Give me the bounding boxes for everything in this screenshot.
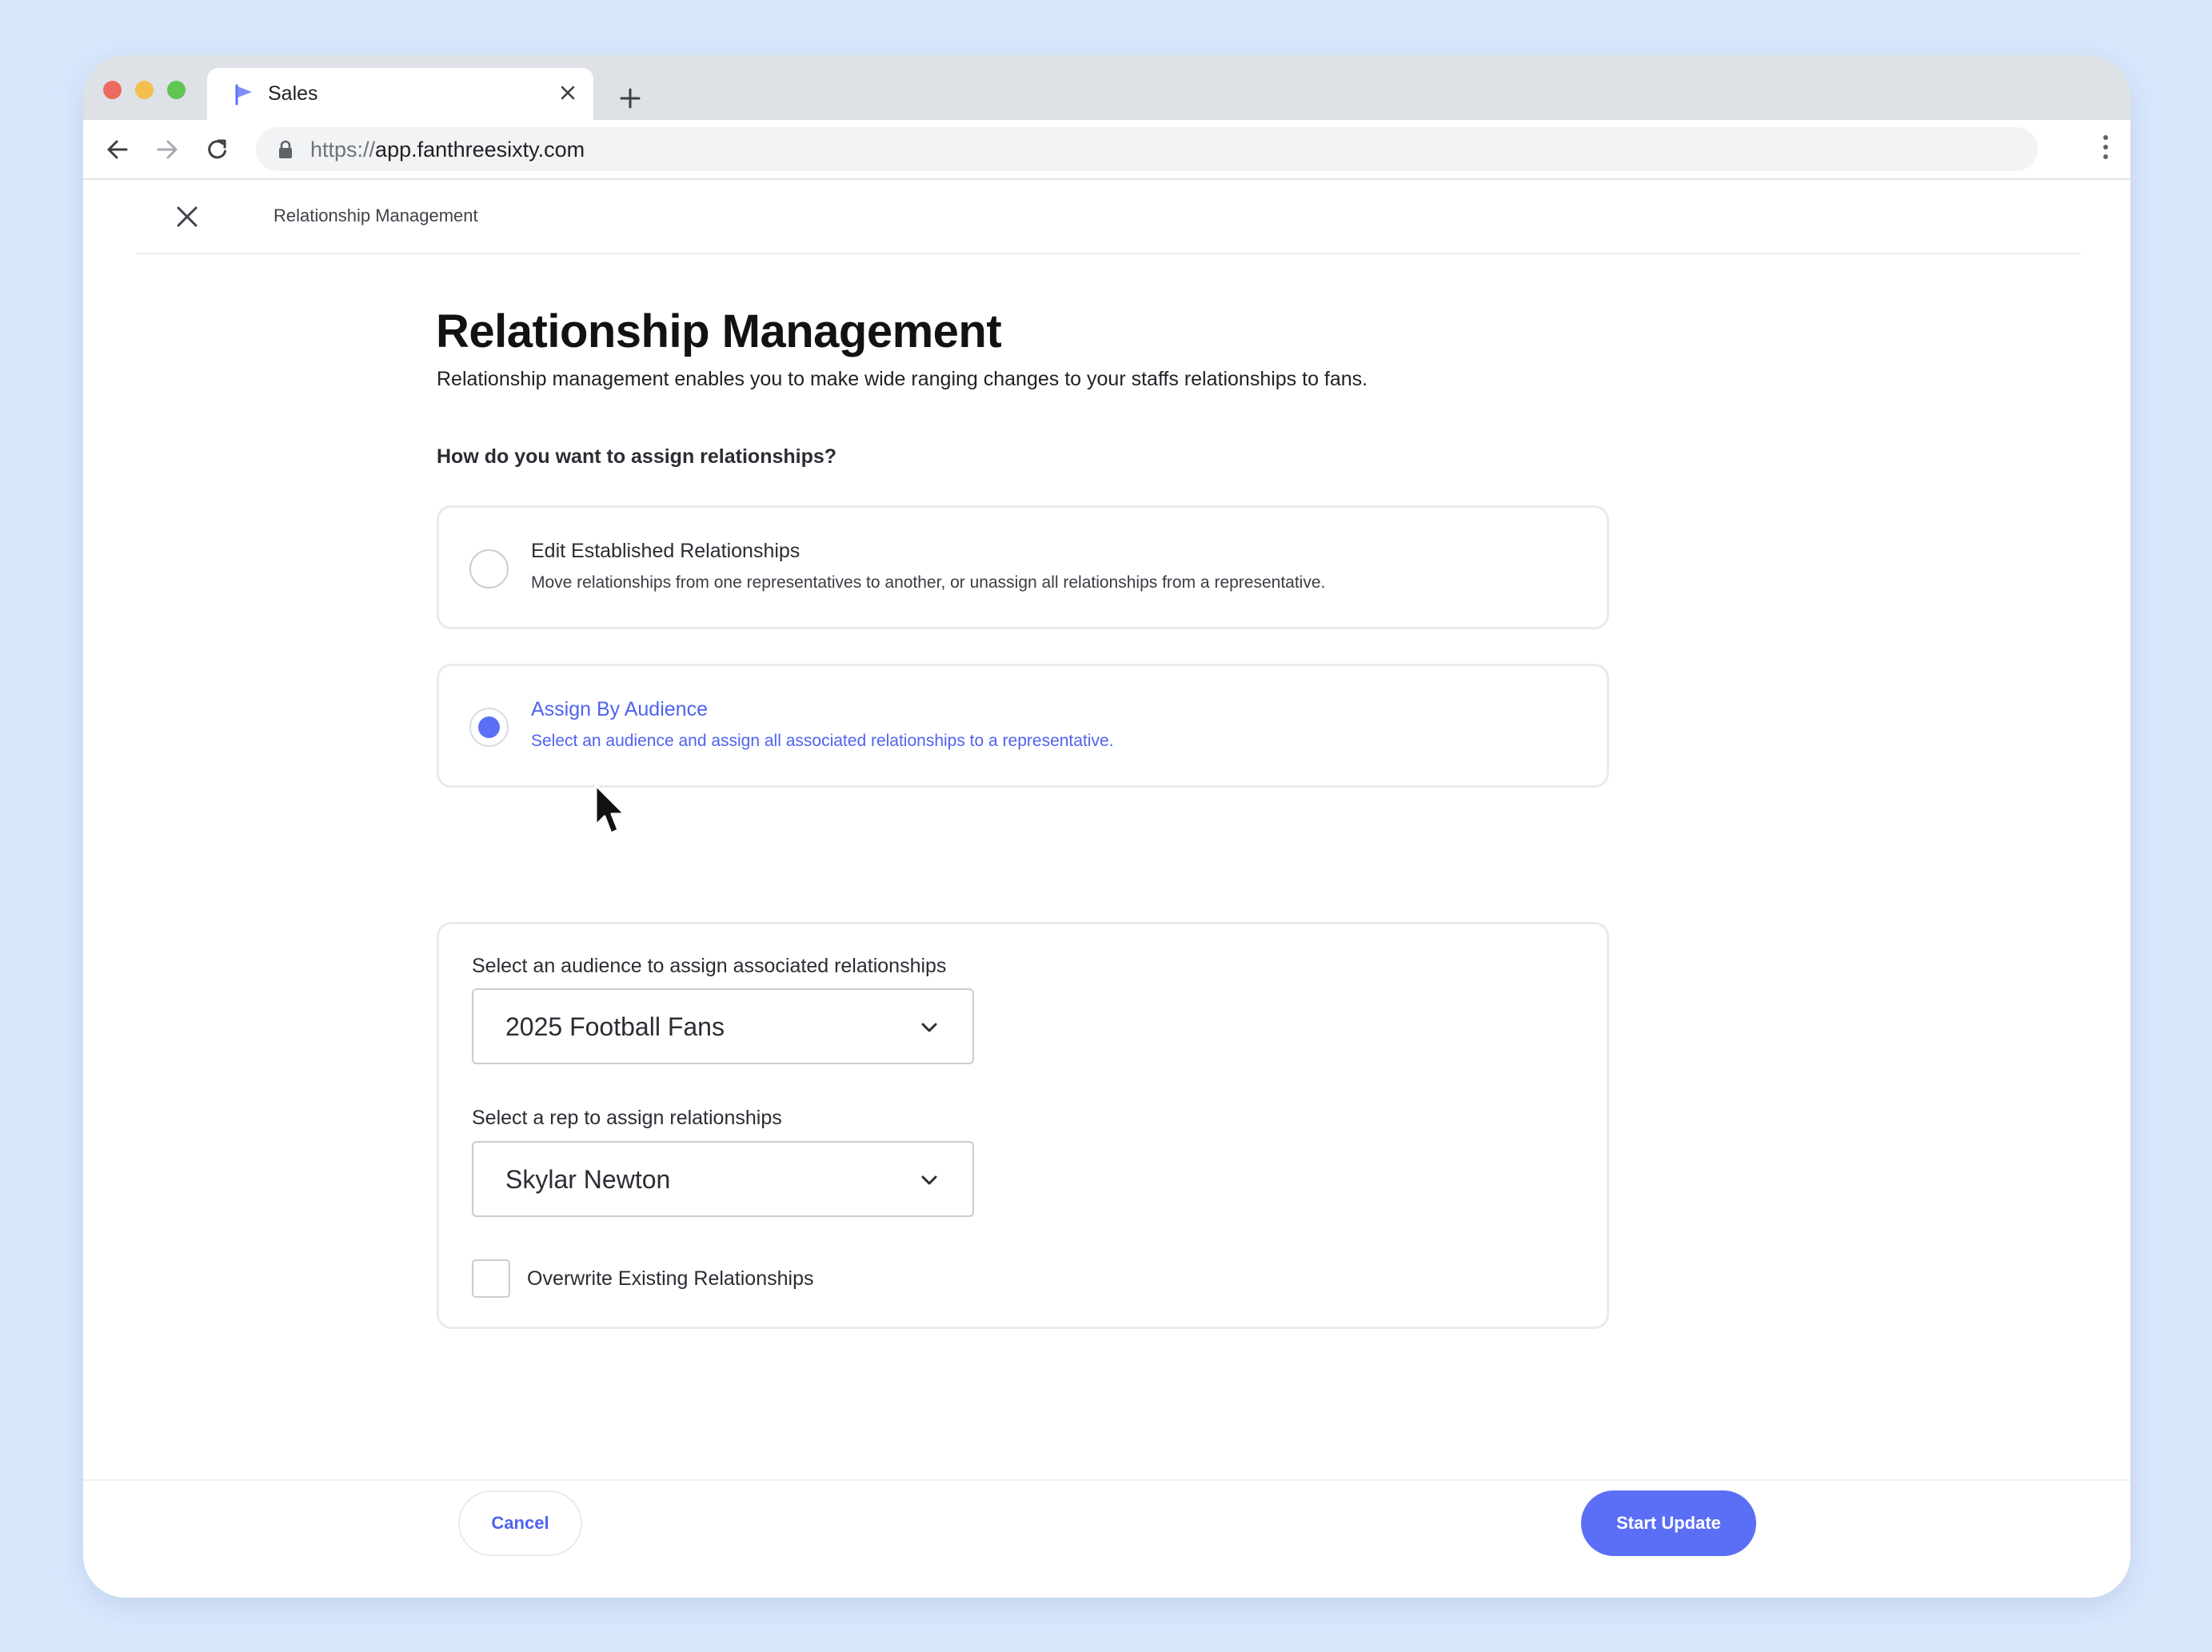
address-bar[interactable]: https://app.fanthreesixty.com [256,127,2038,171]
overwrite-label[interactable]: Overwrite Existing Relationships [527,1267,813,1291]
radio-edit-established[interactable] [469,549,509,589]
mouse-cursor-icon [594,784,626,835]
menu-dot [2103,154,2108,159]
chevron-down-icon [921,1023,937,1032]
rep-value: Skylar Newton [505,1165,671,1194]
reload-icon [208,139,226,159]
plus-icon [620,88,641,109]
tab-bar: Sales [83,55,2130,120]
cancel-button[interactable]: Cancel [458,1490,582,1556]
audience-label: Select an audience to assign associated … [472,955,947,977]
url-protocol: https:// [310,138,376,162]
close-icon [177,206,198,227]
page-description: Relationship management enables you to m… [437,368,1368,390]
lock-icon [279,140,292,158]
option-title: Edit Established Relationships [531,540,801,562]
rep-select[interactable]: Skylar Newton [472,1141,974,1217]
start-update-button[interactable]: Start Update [1581,1490,1756,1556]
minimize-window-button[interactable] [135,81,154,99]
close-window-button[interactable] [103,81,122,99]
option-subtitle: Select an audience and assign all associ… [531,732,1114,750]
url-host: app.fanthreesixty.com [375,138,585,162]
option-subtitle: Move relationships from one representati… [531,573,1326,592]
header-title: Relationship Management [274,206,478,225]
option-title: Assign By Audience [531,698,708,720]
audience-value: 2025 Football Fans [505,1012,725,1041]
menu-dot [2103,145,2108,150]
assign-question: How do you want to assign relationships? [437,445,837,468]
forward-button[interactable] [150,132,185,167]
reload-button[interactable] [200,132,235,167]
page-title: Relationship Management [436,305,1002,357]
option-assign-by-audience[interactable]: Assign By Audience Select an audience an… [437,664,1609,788]
close-page-button[interactable] [168,198,206,236]
radio-assign-by-audience[interactable] [469,708,509,747]
overwrite-checkbox[interactable] [472,1259,510,1298]
audience-select[interactable]: 2025 Football Fans [472,988,974,1064]
new-tab-button[interactable] [613,81,648,116]
app-header: Relationship Management [136,180,2081,254]
tab-close-button[interactable] [555,80,581,106]
browser-toolbar: https://app.fanthreesixty.com [83,120,2130,180]
close-icon [561,86,575,100]
browser-window: Sales https://app.fanthreesixty.com Rela… [83,55,2130,1598]
radio-selected-dot [478,716,500,738]
tab-title: Sales [268,82,318,105]
chevron-down-icon [921,1175,937,1185]
browser-tab[interactable]: Sales [207,68,593,120]
browser-menu-button[interactable] [2100,133,2111,168]
url-text: https://app.fanthreesixty.com [310,138,585,162]
rep-label: Select a rep to assign relationships [472,1107,782,1129]
option-edit-established[interactable]: Edit Established Relationships Move rela… [437,505,1609,629]
flag-icon [235,84,252,106]
assign-panel: Select an audience to assign associated … [437,922,1609,1329]
back-button[interactable] [100,132,135,167]
menu-dot [2103,135,2108,140]
arrow-left-icon [107,140,128,159]
footer-bar: Cancel Start Update [83,1479,2130,1598]
arrow-right-icon [157,140,178,159]
maximize-window-button[interactable] [167,81,186,99]
